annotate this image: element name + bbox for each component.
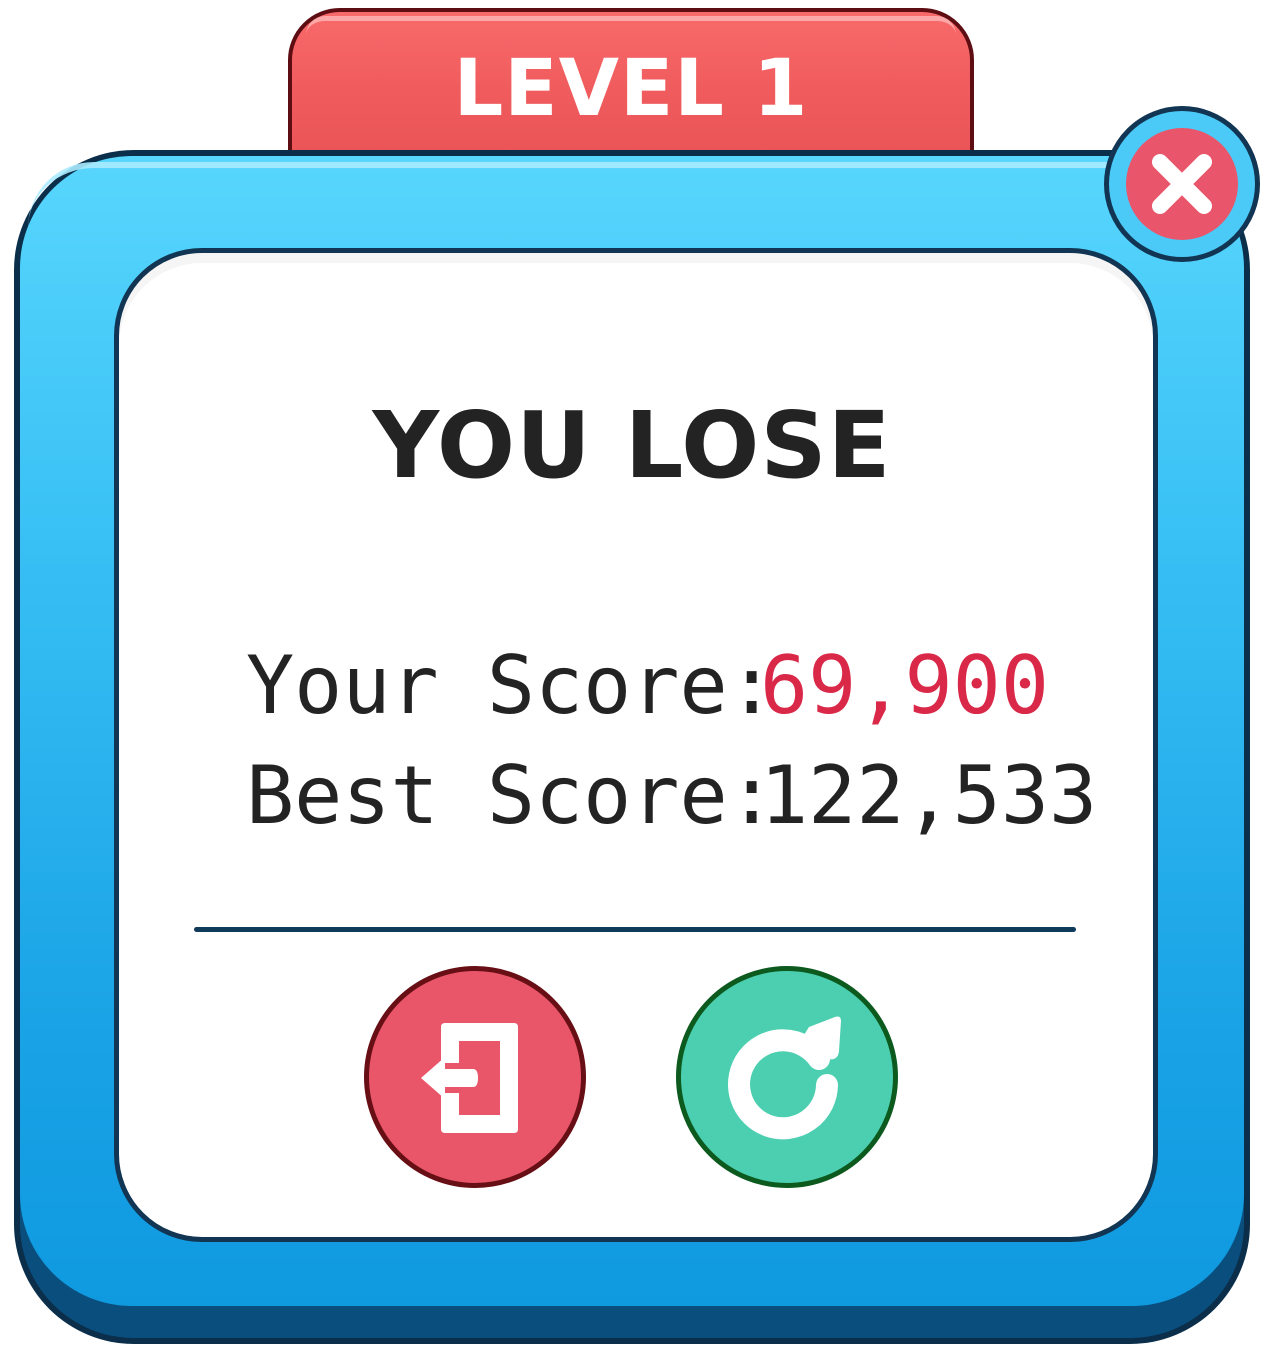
close-button[interactable] bbox=[1104, 106, 1260, 262]
close-icon bbox=[1152, 154, 1212, 214]
exit-button[interactable] bbox=[364, 966, 586, 1188]
best-score-label: Best Score: bbox=[246, 749, 776, 842]
exit-door-icon bbox=[421, 1023, 518, 1133]
your-score-value: 69,900 bbox=[760, 639, 1049, 732]
result-title: YOU LOSE bbox=[372, 392, 892, 499]
divider bbox=[194, 927, 1076, 932]
restart-button[interactable] bbox=[676, 966, 898, 1188]
best-score-value: 122,533 bbox=[760, 749, 1098, 842]
close-button-face bbox=[1126, 128, 1238, 240]
restart-icon bbox=[728, 1016, 841, 1140]
level-title: LEVEL 1 bbox=[453, 44, 809, 134]
your-score-label: Your Score: bbox=[246, 639, 776, 732]
